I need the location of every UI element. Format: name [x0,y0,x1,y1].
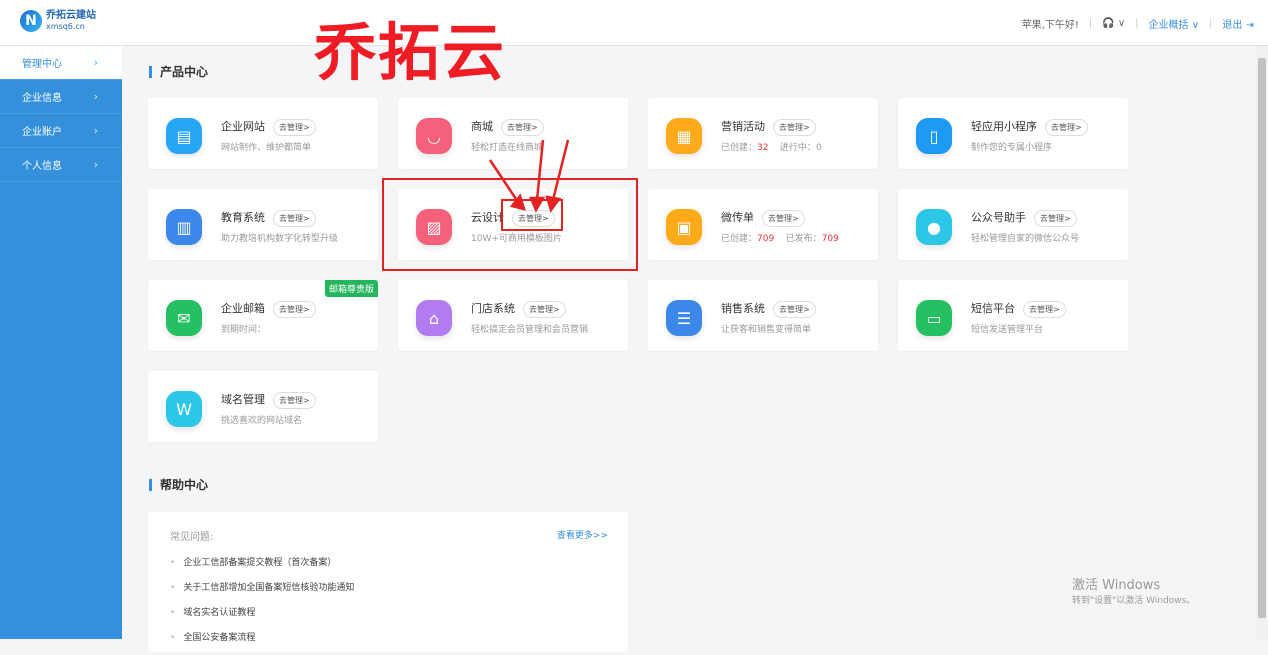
windows-watermark: 激活 Windows转到"设置"以激活 Windows。 [1072,574,1195,606]
annotation-arrows [0,0,1268,639]
